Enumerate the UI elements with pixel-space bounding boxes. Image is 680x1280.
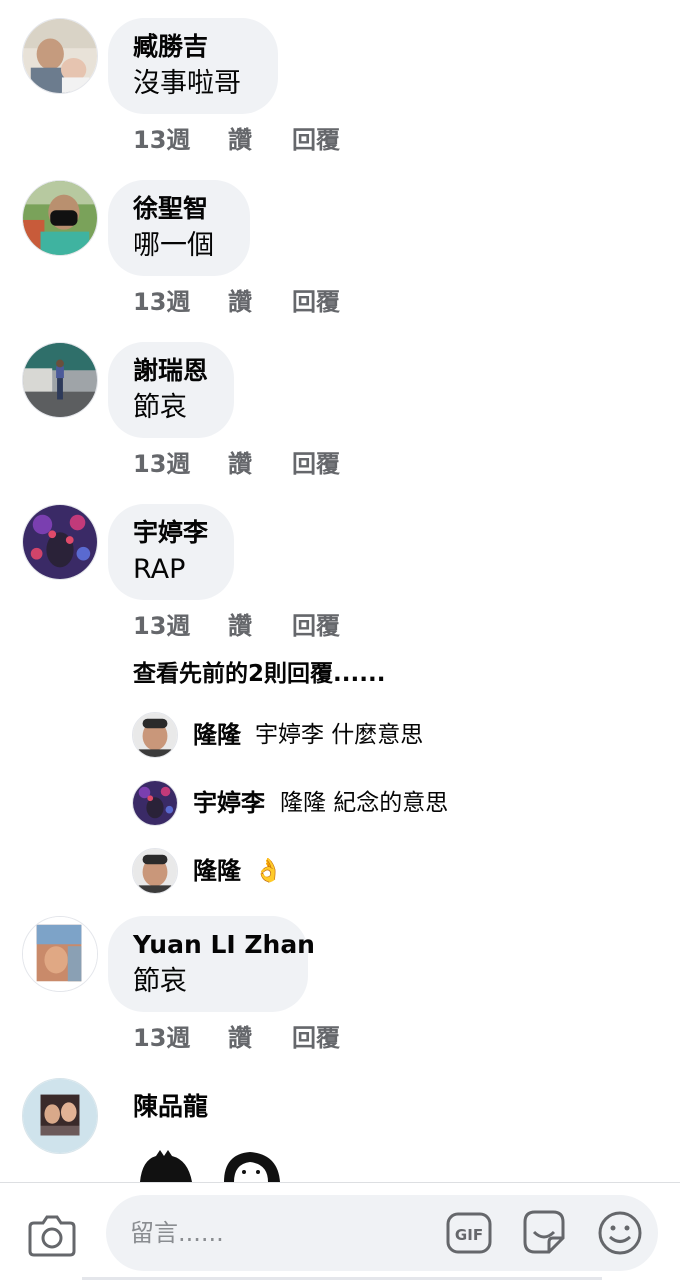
reply-author[interactable]: 宇婷李 xyxy=(193,785,265,821)
comment-author[interactable]: 謝瑞恩 xyxy=(133,354,210,388)
comment-bubble: 臧勝吉 沒事啦哥 xyxy=(108,18,278,114)
reply-item: 隆隆 宇婷李 什麼意思 xyxy=(130,710,670,760)
comment-input[interactable] xyxy=(106,1195,658,1271)
comment-author[interactable]: 宇婷李 xyxy=(133,516,210,550)
reply-item: 隆隆 👌 xyxy=(130,846,670,896)
profile-photo-icon xyxy=(23,181,97,255)
comment-text: 節哀 xyxy=(133,392,187,423)
comment-author[interactable]: 徐聖智 xyxy=(133,192,226,226)
comment: 徐聖智 哪一個 13週 讚 回覆 xyxy=(0,180,680,340)
like-button[interactable]: 讚 xyxy=(228,608,252,644)
comment-text: 哪一個 xyxy=(133,230,214,261)
like-button[interactable]: 讚 xyxy=(228,446,252,482)
comment-author[interactable]: 臧勝吉 xyxy=(133,30,254,64)
avatar[interactable] xyxy=(22,180,98,256)
avatar[interactable] xyxy=(22,342,98,418)
avatar[interactable] xyxy=(132,780,178,826)
gif-label: GIF xyxy=(455,1226,483,1244)
reply-button[interactable]: 回覆 xyxy=(292,122,340,158)
reply-text: 隆隆 紀念的意思 xyxy=(280,790,449,816)
comment-text: 沒事啦哥 xyxy=(133,68,241,99)
comment-time[interactable]: 13週 xyxy=(133,122,190,158)
profile-photo-icon xyxy=(23,343,97,417)
emoji-icon[interactable] xyxy=(597,1210,643,1256)
comment-text: 節哀 xyxy=(133,966,187,997)
comment: 陳品龍 xyxy=(0,1078,680,1182)
avatar[interactable] xyxy=(132,712,178,758)
comment-time[interactable]: 13週 xyxy=(133,446,190,482)
profile-photo-icon xyxy=(23,1079,97,1153)
avatar[interactable] xyxy=(22,916,98,992)
comment-bubble: 謝瑞恩 節哀 xyxy=(108,342,234,438)
comment-time[interactable]: 13週 xyxy=(133,284,190,320)
comment-time[interactable]: 13週 xyxy=(133,1020,190,1056)
gif-icon[interactable]: GIF xyxy=(446,1210,492,1256)
avatar[interactable] xyxy=(22,1078,98,1154)
avatar[interactable] xyxy=(22,18,98,94)
comment-bubble: 徐聖智 哪一個 xyxy=(108,180,250,276)
comment-thread-page: 臧勝吉 沒事啦哥 13週 讚 回覆 徐聖智 哪一個 13週 讚 回覆 謝瑞恩 節… xyxy=(0,0,680,1280)
comment-composer-bar: GIF xyxy=(0,1182,680,1280)
comment-bubble: 宇婷李 RAP xyxy=(108,504,234,600)
profile-photo-icon xyxy=(23,19,97,93)
comment: Yuan LI Zhan 節哀 13週 讚 回覆 xyxy=(0,916,680,1076)
comment-text: RAP xyxy=(133,554,186,585)
reply-author[interactable]: 隆隆 xyxy=(193,717,241,753)
profile-photo-icon xyxy=(23,505,97,579)
camera-icon[interactable] xyxy=(28,1213,76,1257)
like-button[interactable]: 讚 xyxy=(228,1020,252,1056)
profile-photo-icon xyxy=(133,849,177,893)
like-button[interactable]: 讚 xyxy=(228,284,252,320)
comment-time[interactable]: 13週 xyxy=(133,608,190,644)
profile-photo-icon xyxy=(23,917,97,991)
comment-author[interactable]: 陳品龍 xyxy=(133,1090,208,1124)
reply-text: 宇婷李 什麼意思 xyxy=(255,722,424,748)
comment-bubble: Yuan LI Zhan 節哀 xyxy=(108,916,315,1012)
avatar[interactable] xyxy=(22,504,98,580)
ok-hand-emoji: 👌 xyxy=(254,858,283,884)
sticker-icon[interactable] xyxy=(521,1208,567,1256)
reply-button[interactable]: 回覆 xyxy=(292,1020,340,1056)
reply-button[interactable]: 回覆 xyxy=(292,608,340,644)
avatar[interactable] xyxy=(132,848,178,894)
like-button[interactable]: 讚 xyxy=(228,122,252,158)
comment: 臧勝吉 沒事啦哥 13週 讚 回覆 xyxy=(0,18,680,178)
profile-photo-icon xyxy=(133,781,177,825)
comment-author[interactable]: Yuan LI Zhan xyxy=(133,928,315,962)
reply-button[interactable]: 回覆 xyxy=(292,446,340,482)
comment: 宇婷李 RAP 13週 讚 回覆 xyxy=(0,504,680,664)
profile-photo-icon xyxy=(133,713,177,757)
view-previous-replies-link[interactable]: 查看先前的2則回覆...... xyxy=(133,656,385,692)
reply-item: 宇婷李 隆隆 紀念的意思 xyxy=(130,778,670,828)
reply-author[interactable]: 隆隆 xyxy=(193,853,241,889)
reply-button[interactable]: 回覆 xyxy=(292,284,340,320)
sticker-image xyxy=(140,1150,280,1182)
comment: 謝瑞恩 節哀 13週 讚 回覆 xyxy=(0,342,680,502)
